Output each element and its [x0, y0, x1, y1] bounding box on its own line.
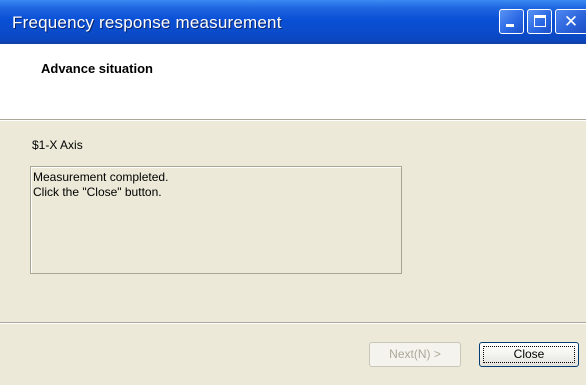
dialog-window: Frequency response measurement ✕ Advance… [0, 0, 586, 385]
footer-divider [0, 322, 586, 324]
minimize-button[interactable] [499, 9, 524, 34]
minimize-icon [506, 24, 514, 27]
close-icon: ✕ [563, 12, 579, 32]
status-message-box: Measurement completed. Click the "Close"… [30, 166, 402, 274]
window-title: Frequency response measurement [12, 13, 282, 32]
maximize-icon [534, 15, 546, 27]
header-panel: Advance situation [0, 44, 586, 120]
close-window-button[interactable]: ✕ [555, 9, 586, 34]
header-divider [0, 120, 586, 121]
page-heading: Advance situation [41, 61, 153, 76]
close-button-label: Close [513, 347, 545, 361]
next-button[interactable]: Next(N) > [369, 342, 461, 367]
status-message-line: Click the "Close" button. [33, 185, 162, 199]
axis-label: $1-X Axis [32, 138, 83, 152]
close-button[interactable]: Close [479, 342, 579, 367]
maximize-button[interactable] [527, 9, 552, 34]
status-message-line: Measurement completed. [33, 170, 169, 184]
title-bar[interactable]: Frequency response measurement ✕ [0, 0, 586, 44]
